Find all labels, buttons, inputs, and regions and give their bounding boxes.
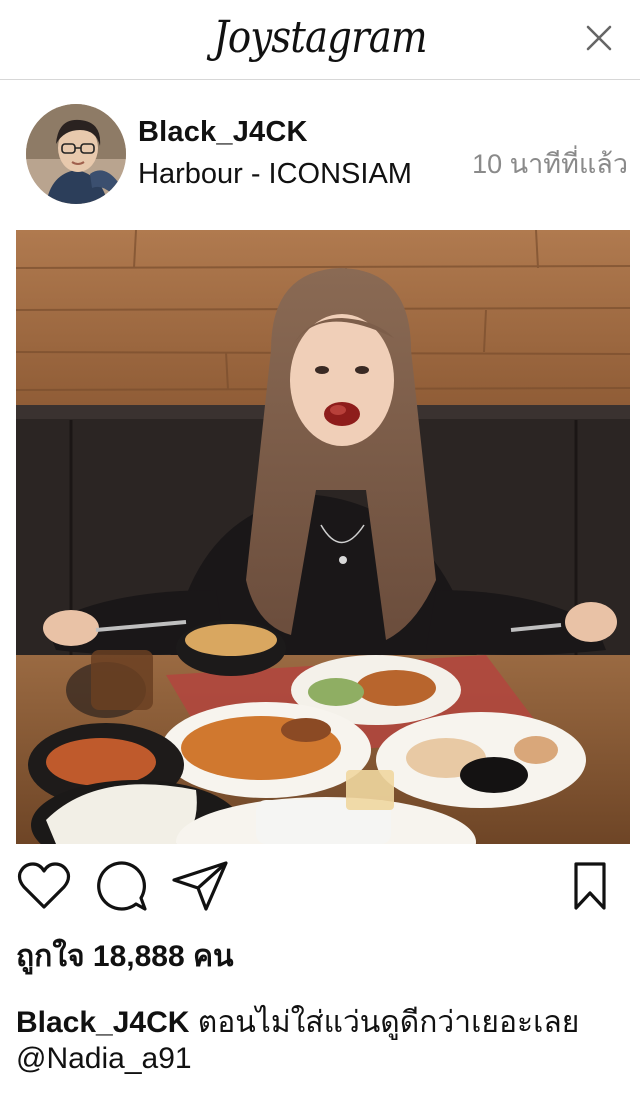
avatar[interactable] — [26, 104, 126, 204]
comment-icon — [97, 861, 147, 911]
post-location[interactable]: Harbour - ICONSIAM — [138, 158, 412, 191]
post-actions — [0, 852, 640, 918]
post-username[interactable]: Black_J4CK — [138, 116, 308, 149]
like-count[interactable]: ถูกใจ 18,888 คน — [16, 933, 234, 980]
post-photo-image — [16, 230, 630, 844]
comment-button[interactable] — [92, 858, 152, 914]
bookmark-button[interactable] — [560, 858, 620, 914]
heart-icon — [17, 862, 71, 909]
bookmark-icon — [574, 862, 606, 910]
post-photo[interactable] — [16, 230, 630, 844]
like-button[interactable] — [14, 858, 74, 914]
share-icon — [172, 861, 228, 911]
post-header: Black_J4CK Harbour - ICONSIAM 10 นาทีที่… — [0, 100, 640, 210]
caption-text: ตอนไม่ใส่แว่นดูดีกว่าเยอะเลย — [197, 1006, 580, 1039]
avatar-image — [26, 104, 126, 204]
close-button[interactable] — [580, 19, 618, 57]
close-icon — [586, 25, 612, 51]
caption-username[interactable]: Black_J4CK — [16, 1006, 189, 1039]
post-timestamp: 10 นาทีที่แล้ว — [472, 149, 628, 179]
caption-mention[interactable]: @Nadia_a91 — [16, 1042, 192, 1076]
post-caption: Black_J4CK ตอนไม่ใส่แว่นดูดีกว่าเยอะเลย — [16, 999, 579, 1046]
top-bar: Joystagram — [0, 0, 640, 80]
share-button[interactable] — [170, 858, 230, 914]
app-logo: Joystagram — [213, 12, 427, 63]
